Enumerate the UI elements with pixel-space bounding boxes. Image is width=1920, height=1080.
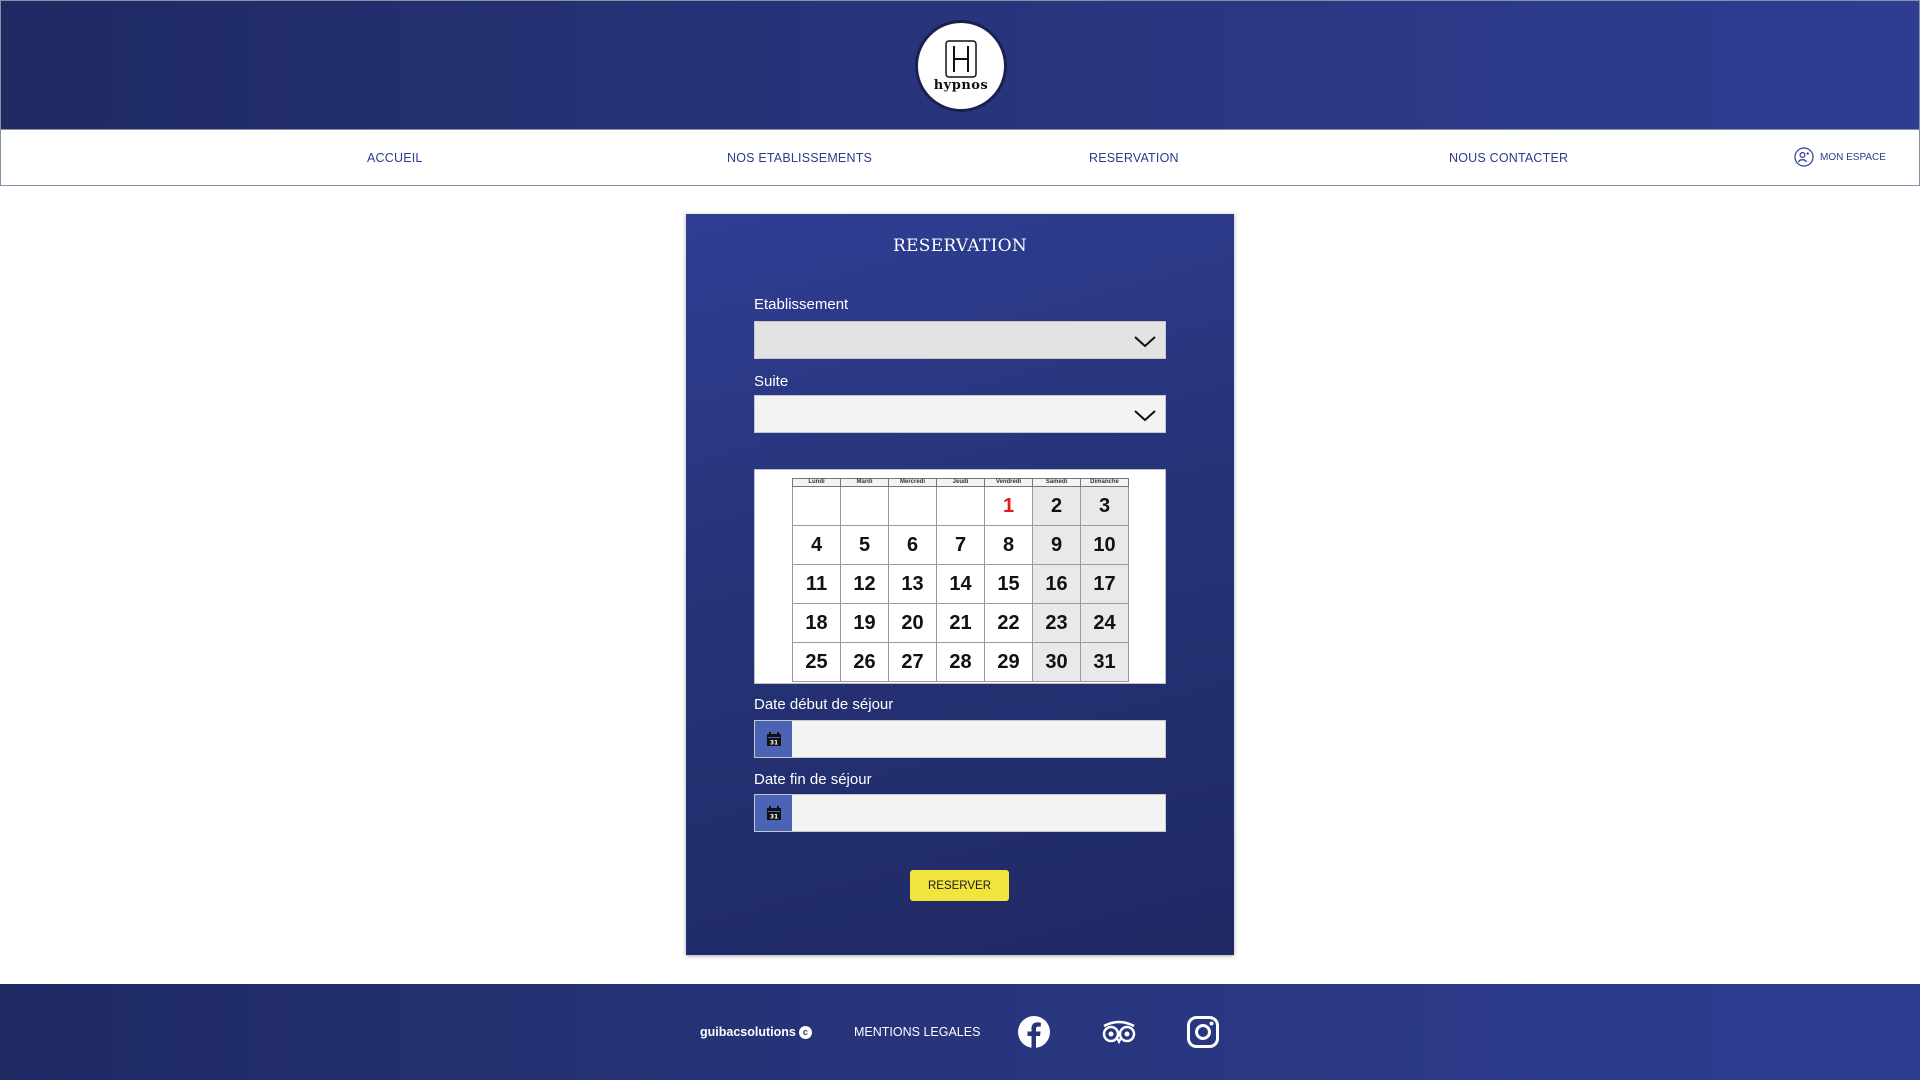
calendar-weekday-header: Samedi	[1032, 478, 1081, 487]
calendar-week-row: 4 5 6 7 8 9 10	[792, 525, 1129, 565]
calendar-day-cell[interactable]: 28	[936, 642, 985, 682]
calendar-day-cell[interactable]: 24	[1080, 603, 1129, 643]
etablissement-select[interactable]	[754, 321, 1166, 359]
site-header: hypnos	[0, 0, 1920, 130]
calendar-day-cell[interactable]: 21	[936, 603, 985, 643]
calendar-icon[interactable]: 31	[755, 795, 792, 831]
calendar-weekday-header: Mardi	[840, 478, 889, 487]
footer-brand: guibacsolutions c	[700, 1025, 812, 1039]
calendar-weekday-header: Jeudi	[936, 478, 985, 487]
calendar-weekday-row: Lundi Mardi Mercredi Jeudi Vendredi Samedi Dim…	[792, 478, 1129, 487]
calendar-glyph-icon: 31	[766, 732, 781, 747]
calendar-day-cell[interactable]: 13	[888, 564, 937, 604]
nav-account-label: MON ESPACE	[1820, 151, 1886, 163]
calendar-glyph-icon: 31	[766, 806, 781, 821]
mentions-legales-link[interactable]: MENTIONS LEGALES	[854, 1025, 980, 1039]
nav-item-contact[interactable]: NOUS CONTACTER	[1449, 151, 1568, 165]
reserve-button[interactable]: RESERVER	[910, 870, 1009, 901]
calendar-day-cell[interactable]: 27	[888, 642, 937, 682]
calendar-day-cell[interactable]: 14	[936, 564, 985, 604]
calendar-day-cell[interactable]: 4	[792, 525, 841, 565]
chevron-down-icon	[1134, 336, 1156, 348]
footer-brand-text: guibacsolutions	[700, 1025, 796, 1039]
calendar-day-cell	[792, 486, 841, 526]
calendar-day-cell[interactable]: 26	[840, 642, 889, 682]
nav-item-etablissements[interactable]: NOS ETABLISSEMENTS	[727, 151, 872, 165]
calendar-day-cell[interactable]: 22	[984, 603, 1033, 643]
instagram-icon[interactable]	[1186, 1015, 1220, 1049]
end-date-input[interactable]: 31	[754, 794, 1166, 832]
calendar-day-cell[interactable]: 12	[840, 564, 889, 604]
calendar-day-cell[interactable]: 3	[1080, 486, 1129, 526]
calendar-day-cell[interactable]: 20	[888, 603, 937, 643]
calendar-day-cell	[840, 486, 889, 526]
chevron-down-icon	[1134, 410, 1156, 422]
calendar-day-cell[interactable]: 10	[1080, 525, 1129, 565]
calendar-body: 1 2 3 4 5 6 7 8 9 10 11 12 13 14 15 16 17 18 19 20 21 22 23 24 2…	[792, 486, 1129, 682]
calendar-day-cell[interactable]: 31	[1080, 642, 1129, 682]
start-date-value	[792, 721, 1165, 757]
calendar-weekday-header: Lundi	[792, 478, 841, 487]
calendar-day-cell[interactable]: 11	[792, 564, 841, 604]
calendar-weekday-header: Vendredi	[984, 478, 1033, 487]
calendar-day-cell[interactable]: 6	[888, 525, 937, 565]
calendar-day-cell[interactable]: 2	[1032, 486, 1081, 526]
calendar-week-row: 11 12 13 14 15 16 17	[792, 564, 1129, 604]
calendar-weekday-header: Dimanche	[1080, 478, 1129, 487]
start-date-label: Date début de séjour	[754, 696, 894, 713]
calendar-weekday-header: Mercredi	[888, 478, 937, 487]
calendar-day-cell[interactable]: 8	[984, 525, 1033, 565]
logo-h-icon	[945, 40, 977, 78]
calendar-day-cell[interactable]: 19	[840, 603, 889, 643]
nav-item-accueil[interactable]: ACCUEIL	[367, 151, 423, 165]
suite-label: Suite	[754, 373, 789, 390]
site-footer: guibacsolutions c MENTIONS LEGALES	[0, 984, 1920, 1080]
calendar-week-row: 25 26 27 28 29 30 31	[792, 642, 1129, 682]
end-date-label: Date fin de séjour	[754, 771, 872, 788]
calendar-day-cell[interactable]: 17	[1080, 564, 1129, 604]
calendar-day-cell[interactable]: 30	[1032, 642, 1081, 682]
reservation-title: RESERVATION	[892, 236, 1028, 256]
copyright-icon: c	[798, 1025, 812, 1039]
start-date-input[interactable]: 31	[754, 720, 1166, 758]
facebook-icon[interactable]	[1017, 1015, 1051, 1049]
calendar-icon[interactable]: 31	[755, 721, 792, 757]
calendar-day-cell	[936, 486, 985, 526]
hypnos-logo[interactable]: hypnos	[915, 20, 1007, 112]
etablissement-label: Etablissement	[754, 296, 849, 313]
calendar-day-cell[interactable]: 1	[984, 486, 1033, 526]
end-date-value	[792, 795, 1165, 831]
nav-item-reservation[interactable]: RESERVATION	[1089, 151, 1179, 165]
calendar-day-cell[interactable]: 15	[984, 564, 1033, 604]
main-nav: ACCUEIL NOS ETABLISSEMENTS RESERVATION N…	[0, 130, 1920, 186]
calendar-icon-number: 31	[769, 814, 777, 821]
calendar-widget: Lundi Mardi Mercredi Jeudi Vendredi Samedi Dim…	[754, 469, 1166, 684]
calendar-day-cell[interactable]: 29	[984, 642, 1033, 682]
calendar-day-cell[interactable]: 5	[840, 525, 889, 565]
logo-wordmark: hypnos	[933, 78, 989, 93]
calendar-day-cell[interactable]: 18	[792, 603, 841, 643]
calendar-day-cell[interactable]: 7	[936, 525, 985, 565]
calendar-day-cell	[888, 486, 937, 526]
tripadvisor-icon[interactable]	[1100, 1015, 1138, 1049]
calendar-day-cell[interactable]: 16	[1032, 564, 1081, 604]
calendar-icon-number: 31	[769, 740, 777, 747]
nav-account-link[interactable]: MON ESPACE	[1794, 147, 1886, 167]
suite-select[interactable]	[754, 395, 1166, 433]
calendar-table: Lundi Mardi Mercredi Jeudi Vendredi Samedi Dim…	[792, 478, 1129, 682]
reservation-card: RESERVATION Etablissement Suite Lundi Mar…	[686, 214, 1234, 955]
calendar-day-cell[interactable]: 25	[792, 642, 841, 682]
calendar-day-cell[interactable]: 9	[1032, 525, 1081, 565]
calendar-day-cell[interactable]: 23	[1032, 603, 1081, 643]
calendar-week-row: 123	[792, 486, 1129, 526]
user-account-icon	[1794, 147, 1814, 167]
calendar-week-row: 18 19 20 21 22 23 24	[792, 603, 1129, 643]
